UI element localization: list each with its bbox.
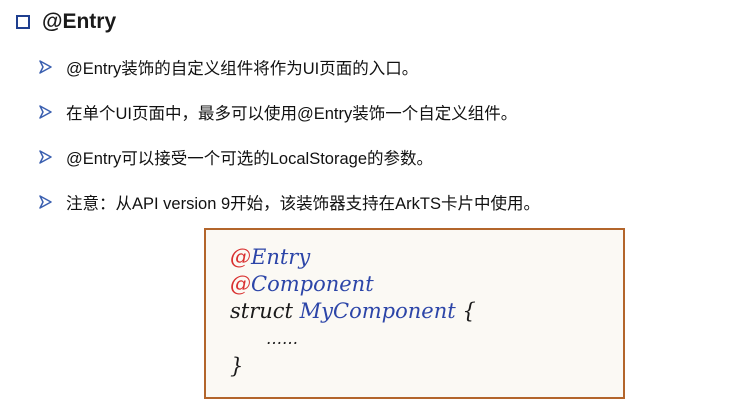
arrow-bullet-icon [39,150,52,164]
code-line-entry: @Entry [230,244,310,270]
close-brace: } [230,354,244,378]
list-item: @Entry装饰的自定义组件将作为UI页面的入口。 [38,55,540,79]
code-line-component: @Component [230,271,374,297]
code-line-close: } [230,353,243,379]
hollow-square-icon [16,15,30,29]
list-item: 注意：从API version 9开始，该装饰器支持在ArkTS卡片中使用。 [38,190,540,214]
arrow-bullet-icon [39,195,52,209]
list-item: @Entry可以接受一个可选的LocalStorage的参数。 [38,145,540,169]
arrow-bullet-icon [39,105,52,119]
decorator-name: Entry [251,245,311,269]
bullet-list: @Entry装饰的自定义组件将作为UI页面的入口。 在单个UI页面中，最多可以使… [38,55,540,235]
decorator-name: Component [251,272,374,296]
code-line-ellipsis: …… [266,326,298,352]
list-item: 在单个UI页面中，最多可以使用@Entry装饰一个自定义组件。 [38,100,540,124]
struct-keyword: struct [230,299,293,323]
at-symbol: @ [230,245,251,269]
list-item-text: 注意：从API version 9开始，该装饰器支持在ArkTS卡片中使用。 [66,195,540,213]
open-brace: { [462,299,476,323]
section-heading-text: @Entry [42,10,117,33]
list-item-text: @Entry可以接受一个可选的LocalStorage的参数。 [66,150,433,168]
code-line-struct: struct MyComponent { [230,298,476,324]
arrow-bullet-icon [39,60,52,74]
list-item-text: 在单个UI页面中，最多可以使用@Entry装饰一个自定义组件。 [66,105,518,123]
section-heading: @Entry [16,10,116,34]
list-item-text: @Entry装饰的自定义组件将作为UI页面的入口。 [66,60,419,78]
struct-name: MyComponent [299,299,456,323]
code-example-box: @Entry @Component struct MyComponent { …… [204,228,625,399]
at-symbol: @ [230,272,251,296]
ellipsis: …… [266,329,298,348]
